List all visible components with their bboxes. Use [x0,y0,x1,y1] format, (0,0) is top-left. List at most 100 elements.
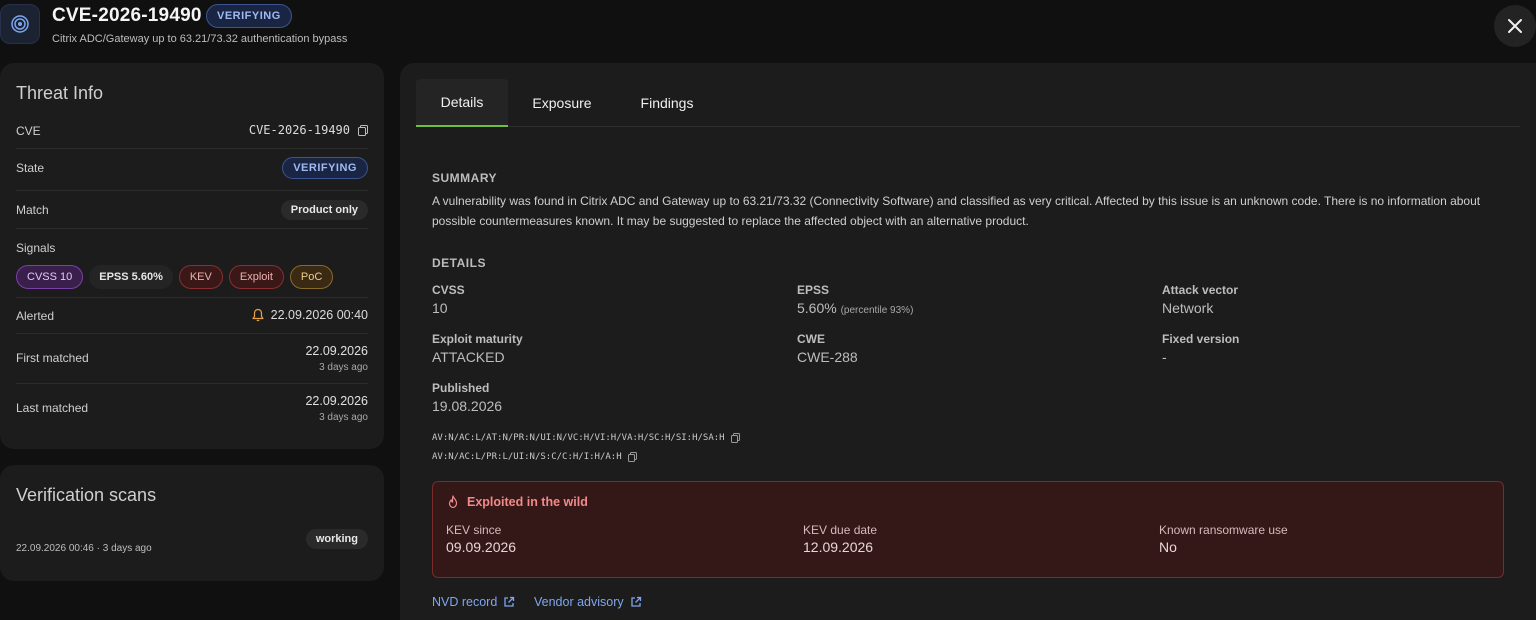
kev-ransomware-value: No [1159,539,1177,555]
tab-bar: Details Exposure Findings [416,79,1520,127]
attack-vector-label: Attack vector [1162,283,1239,297]
alerted-value-wrap: 22.09.2026 00:40 [251,308,368,322]
attack-vector-value: Network [1162,300,1214,316]
state-label: State [16,161,45,175]
kev-heading: Exploited in the wild [446,495,588,509]
signal-cvss: CVSS 10 [16,265,84,289]
match-badge: Product only [280,200,368,220]
nvd-record-link[interactable]: NVD record [432,595,515,609]
signals-list: CVSS 10 EPSS 5.60% KEV Exploit PoC [16,265,334,289]
match-value-wrap: Product only [280,200,368,220]
cwe-value: CWE-288 [797,349,858,365]
copy-icon[interactable] [730,433,740,443]
close-button[interactable] [1494,5,1536,47]
tab-details[interactable]: Details [416,79,508,127]
state-badge: VERIFYING [282,157,368,179]
last-matched-value: 22.09.2026 3 days ago [305,394,368,423]
cve-label: CVE [16,124,41,138]
published-label: Published [432,381,490,395]
threat-info-card: Threat Info CVE CVE-2026-19490 State VER… [0,63,384,449]
first-matched-row: First matched 22.09.2026 3 days ago [16,334,368,384]
close-icon [1508,19,1522,33]
kev-heading-text: Exploited in the wild [467,495,588,509]
cwe-field: CWE CWE-288 [797,332,858,365]
first-matched-label: First matched [16,351,89,365]
vendor-advisory-link[interactable]: Vendor advisory [534,595,642,609]
first-matched-ago: 3 days ago [319,362,368,373]
cve-row: CVE CVE-2026-19490 [16,117,368,149]
cvss3-vector: AV:N/AC:L/PR:L/UI:N/S:C/C:H/I:H/A:H [432,452,637,462]
details-label: DETAILS [432,256,486,270]
fixed-version-field: Fixed version - [1162,332,1239,365]
tab-exposure[interactable]: Exposure [524,79,600,127]
cvss-label: CVSS [432,283,465,297]
epss-percentile: (percentile 93%) [840,305,914,316]
external-link-icon [630,596,641,607]
alerted-label: Alerted [16,309,55,323]
kev-due-field: KEV due date 12.09.2026 [803,523,877,555]
cvss-value: 10 [432,300,448,316]
flame-icon [448,495,458,509]
kev-ransomware-label: Known ransomware use [1159,523,1288,537]
kev-since-value: 09.09.2026 [446,539,517,555]
kev-alert-box: Exploited in the wild KEV since 09.09.20… [432,481,1504,578]
match-row: Match Product only [16,191,368,229]
scan-status-wrap: working [305,529,368,549]
verification-scans-card: Verification scans 22.09.2026 00:46 · 3 … [0,465,384,581]
attack-vector-field: Attack vector Network [1162,283,1238,316]
main-panel: Details Exposure Findings SUMMARY A vuln… [400,63,1536,620]
scan-status-badge: working [305,529,368,549]
vendor-advisory-text: Vendor advisory [534,595,624,609]
state-row: State VERIFYING [16,149,368,191]
state-value-wrap: VERIFYING [282,157,368,179]
epss-value-wrap: 5.60% (percentile 93%) [797,300,913,316]
first-matched-value: 22.09.2026 3 days ago [305,344,368,373]
summary-text: A vulnerability was found in Citrix ADC … [432,194,1481,228]
signal-exploit: Exploit [228,265,284,289]
signal-kev: KEV [178,265,223,289]
epss-label: EPSS [797,283,830,297]
published-field: Published 19.08.2026 [432,381,502,414]
scan-time: 22.09.2026 00:46 · 3 days ago [16,543,152,554]
signals-label: Signals [16,241,56,255]
signal-poc: PoC [289,265,334,289]
last-matched-ago: 3 days ago [319,412,368,423]
last-matched-label: Last matched [16,401,89,415]
cve-value-wrap: CVE-2026-19490 [249,123,368,137]
external-link-icon [504,596,515,607]
fixed-version-label: Fixed version [1162,332,1240,346]
first-matched-date: 22.09.2026 [305,344,368,358]
target-icon [0,4,40,44]
last-matched-date: 22.09.2026 [305,394,368,408]
alerted-row: Alerted 22.09.2026 00:40 [16,298,368,334]
cvss4-vector: AV:N/AC:L/AT:N/PR:N/UI:N/VC:H/VI:H/VA:H/… [432,433,740,443]
copy-icon[interactable] [627,452,637,462]
cvss4-vector-text: AV:N/AC:L/AT:N/PR:N/UI:N/VC:H/VI:H/VA:H/… [432,433,725,443]
epss-value: 5.60% [797,300,837,316]
threat-info-title: Threat Info [16,83,104,103]
epss-field: EPSS 5.60% (percentile 93%) [797,283,913,316]
status-badge: VERIFYING [206,4,292,28]
cwe-label: CWE [797,332,825,346]
alerted-value: 22.09.2026 00:40 [270,308,368,322]
page-title: CVE-2026-19490 [52,5,202,26]
cvss3-vector-text: AV:N/AC:L/PR:L/UI:N/S:C/C:H/I:H/A:H [432,452,622,462]
last-matched-row: Last matched 22.09.2026 3 days ago [16,384,368,434]
signals-row: Signals CVSS 10 EPSS 5.60% KEV Exploit P… [16,229,368,298]
nvd-record-text: NVD record [432,595,498,609]
summary-label: SUMMARY [432,171,498,185]
fixed-version-value: - [1162,349,1167,365]
copy-icon[interactable] [358,124,368,136]
kev-ransomware-field: Known ransomware use No [1159,523,1288,555]
exploit-maturity-label: Exploit maturity [432,332,523,346]
exploit-maturity-value: ATTACKED [432,349,505,365]
kev-since-label: KEV since [446,523,502,537]
kev-due-value: 12.09.2026 [803,539,874,555]
tab-findings[interactable]: Findings [628,79,706,127]
cvss-field: CVSS 10 [432,283,465,316]
cve-value: CVE-2026-19490 [248,123,350,137]
bell-icon [252,308,264,322]
exploit-maturity-field: Exploit maturity ATTACKED [432,332,523,365]
published-value: 19.08.2026 [432,398,503,414]
kev-since-field: KEV since 09.09.2026 [446,523,516,555]
